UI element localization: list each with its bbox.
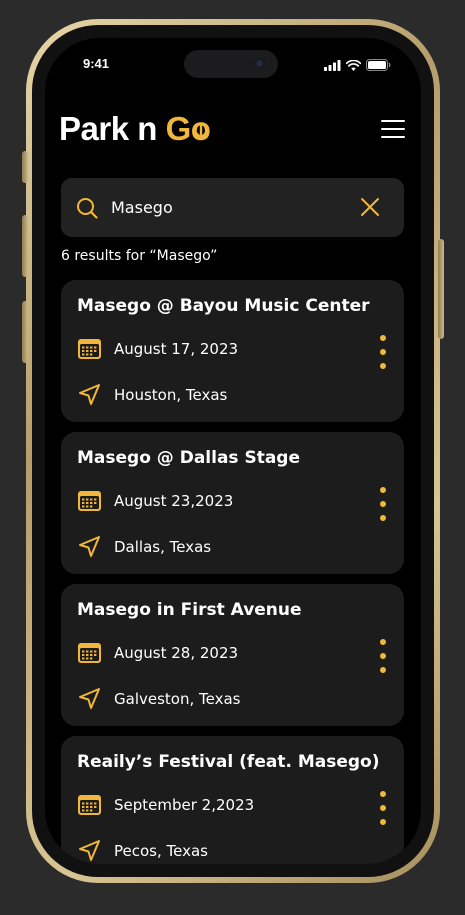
calendar-icon (78, 339, 101, 359)
event-date-row: August 28, 2023 (77, 642, 238, 664)
menu-line (381, 128, 405, 130)
results-list: Masego @ Bayou Music Center August 17, 2… (61, 280, 404, 864)
event-location: Houston, Texas (114, 385, 228, 404)
signal-icon (324, 59, 341, 71)
event-location-row: Dallas, Texas (77, 534, 211, 559)
event-date-row: August 17, 2023 (77, 338, 238, 360)
navigation-arrow-icon (79, 688, 100, 709)
event-location: Dallas, Texas (114, 537, 212, 556)
event-date-row: September 2,2023 (77, 794, 254, 816)
calendar-icon (78, 491, 101, 511)
event-date: September 2,2023 (114, 796, 255, 814)
power-button (438, 239, 444, 339)
close-icon[interactable] (360, 197, 380, 217)
wifi-icon (346, 59, 361, 71)
calendar-icon (78, 795, 101, 815)
event-location-row: Houston, Texas (77, 382, 227, 407)
event-date: August 28, 2023 (114, 644, 239, 662)
event-title: Masego @ Bayou Music Center (77, 296, 370, 316)
screen: 9:41 Park n Go Masego 6 results for “Mas… (45, 38, 421, 864)
event-card[interactable]: Reaily’s Festival (feat. Masego) Septemb… (61, 736, 404, 864)
event-title: Masego in First Avenue (77, 600, 302, 620)
volume-down-button (22, 301, 28, 363)
navigation-arrow-icon (79, 536, 100, 557)
event-location: Pecos, Texas (114, 841, 208, 860)
camera-icon (254, 58, 265, 69)
more-vertical-icon[interactable] (376, 335, 390, 369)
event-location-row: Galveston, Texas (77, 686, 240, 711)
search-icon[interactable] (75, 196, 99, 220)
app-header: Park n Go (59, 106, 407, 156)
battery-icon (366, 59, 391, 71)
navigation-arrow-icon (79, 384, 100, 405)
hamburger-menu-icon[interactable] (381, 118, 407, 140)
action-button (22, 151, 28, 183)
navigation-arrow-icon (79, 840, 100, 861)
event-location-row: Pecos, Texas (77, 838, 208, 863)
menu-line (381, 136, 405, 138)
phone-frame: 9:41 Park n Go Masego 6 results for “Mas… (22, 19, 444, 883)
search-input[interactable] (111, 195, 341, 219)
menu-line (381, 120, 405, 122)
logo-down-arrow-icon (194, 125, 207, 140)
event-location: Galveston, Texas (114, 689, 241, 708)
event-card[interactable]: Masego @ Bayou Music Center August 17, 2… (61, 280, 404, 422)
event-card[interactable]: Masego in First Avenue August 28, 2023 G… (61, 584, 404, 726)
event-title: Masego @ Dallas Stage (77, 448, 301, 468)
status-bar: 9:41 (45, 38, 421, 92)
more-vertical-icon[interactable] (376, 487, 390, 521)
search-bar (61, 178, 404, 237)
logo-text-park: Park n (59, 110, 166, 147)
event-date: August 17, 2023 (114, 340, 239, 358)
calendar-icon (78, 643, 101, 663)
dynamic-island (184, 50, 278, 78)
app-logo: Park n Go (59, 110, 211, 148)
event-title: Reaily’s Festival (feat. Masego) (77, 752, 380, 772)
status-icons (324, 59, 391, 71)
event-card[interactable]: Masego @ Dallas Stage August 23,2023 Dal… (61, 432, 404, 574)
event-date: August 23,2023 (114, 492, 234, 510)
more-vertical-icon[interactable] (376, 639, 390, 673)
event-date-row: August 23,2023 (77, 490, 233, 512)
more-vertical-icon[interactable] (376, 791, 390, 825)
status-time: 9:41 (83, 56, 110, 71)
volume-up-button (22, 215, 28, 277)
logo-text-g: G (165, 110, 192, 147)
results-count: 6 results for “Masego” (61, 248, 218, 264)
logo-o-wrap: o (191, 110, 211, 148)
